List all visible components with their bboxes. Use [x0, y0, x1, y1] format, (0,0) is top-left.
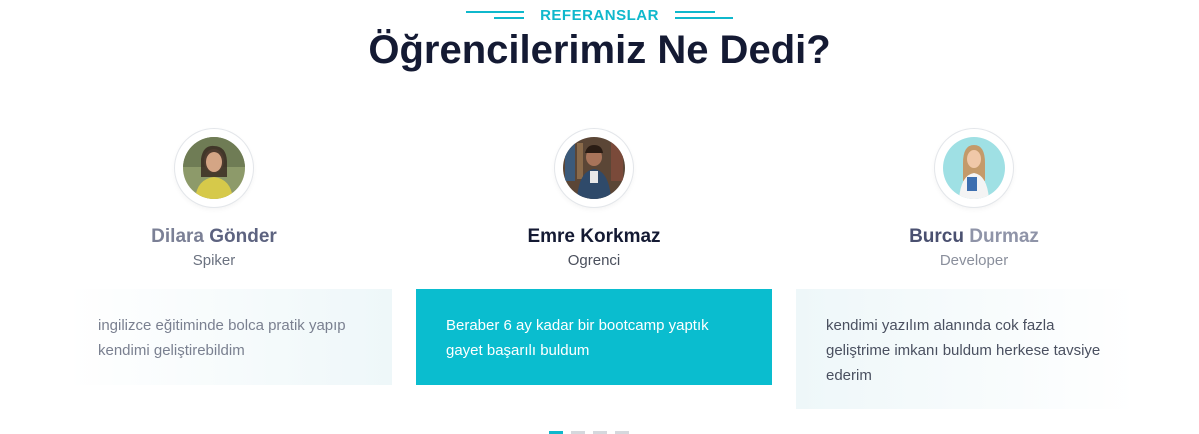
testimonial-quote: Beraber 6 ay kadar bir bootcamp yaptık g… [416, 289, 772, 385]
testimonial-role: Ogrenci [567, 252, 621, 269]
testimonial-name: Burcu Durmaz [909, 226, 1039, 247]
testimonial-role: Developer [939, 252, 1009, 269]
avatar-photo [943, 137, 1005, 199]
avatar-photo [183, 137, 245, 199]
testimonial-role: Spiker [192, 252, 236, 269]
avatar [935, 129, 1013, 207]
avatar [175, 129, 253, 207]
testimonial-name: Emre Korkmaz [527, 226, 661, 247]
testimonial-quote: kendimi yazılım alanında cok fazla geliş… [796, 289, 1136, 409]
avatar [555, 129, 633, 207]
testimonial-quote: ingilizce eğitiminde bolca pratik yapıp … [68, 289, 392, 385]
testimonial-name: Dilara Gönder [151, 226, 277, 247]
avatar-photo [563, 137, 625, 199]
